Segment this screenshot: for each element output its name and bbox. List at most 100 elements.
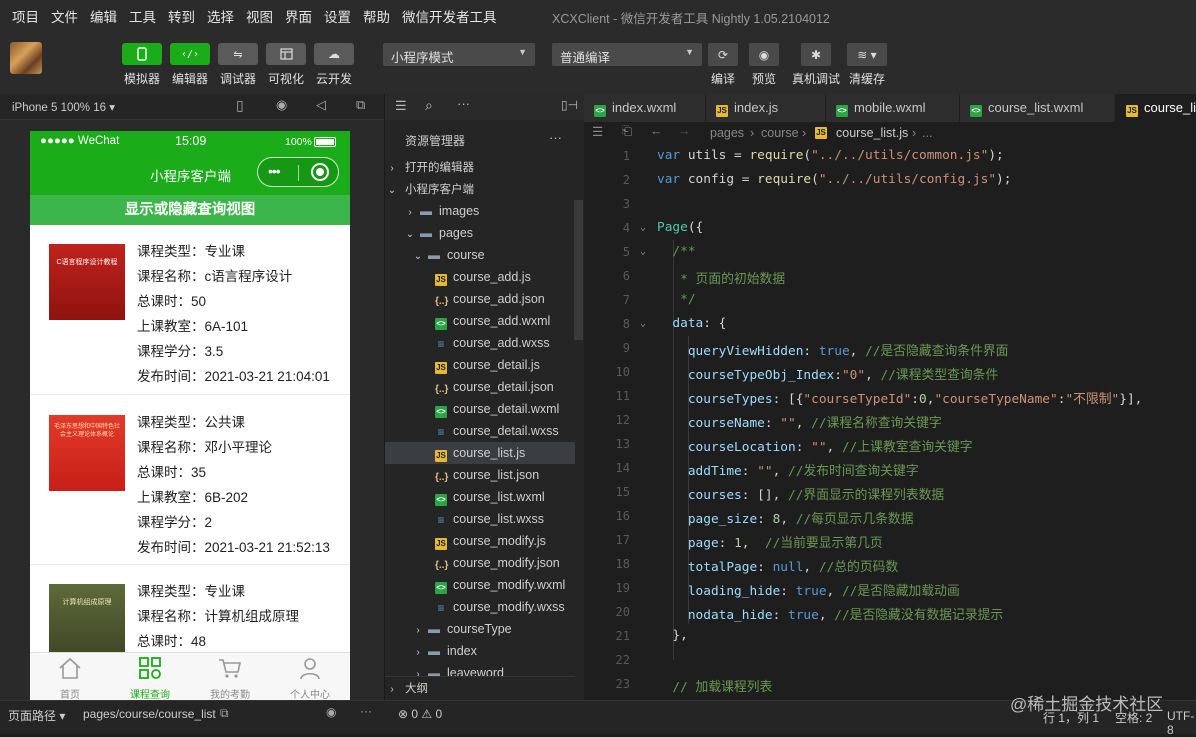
tree-file[interactable]: JS course_detail.js — [385, 354, 575, 376]
forward-arrow-icon[interactable]: → — [678, 124, 691, 138]
page-path-select-label: 页面路径 — [8, 709, 57, 723]
tree-folder[interactable]: › ▬ index — [385, 640, 575, 662]
toggle-query-view-button[interactable]: 显示或隐藏查询视图 — [30, 195, 350, 225]
fold-chevron-icon[interactable]: ⌄ — [640, 246, 646, 257]
simulator-toggle-button[interactable] — [122, 43, 162, 65]
compile-select[interactable]: 普通编译 ▼ — [552, 43, 702, 66]
tab-home[interactable]: 首页 — [30, 653, 110, 700]
tree-file[interactable]: ≡ course_detail.wxss — [385, 420, 575, 442]
remote-debug-button[interactable]: ✱ — [801, 43, 831, 66]
tree-file[interactable]: <> course_modify.wxml — [385, 574, 575, 596]
breadcrumb-more[interactable]: ... — [922, 126, 932, 140]
section-open-editors[interactable]: › 打开的编辑器 — [385, 156, 575, 178]
menu-ui[interactable]: 界面 — [279, 6, 318, 26]
explorer-more-icon[interactable]: ··· — [549, 130, 562, 145]
section-outline[interactable]: › 大纲 — [385, 676, 575, 698]
tree-file[interactable]: <> course_add.wxml — [385, 310, 575, 332]
breadcrumb-course[interactable]: course — [761, 126, 799, 140]
tab-index-js[interactable]: JS index.js — [706, 94, 826, 122]
code-editor[interactable]: 1 2 3 4 5 6 7 8 9 10 11 12 13 14 15 16 17 18 19 20 21 22 23 ⌄ … — [584, 144, 1196, 700]
more-icon[interactable]: ··· — [360, 704, 372, 718]
close-target-icon[interactable] — [311, 163, 329, 181]
record-icon[interactable]: ◉ — [276, 97, 287, 113]
eye-icon[interactable]: ◉ — [326, 705, 336, 719]
tree-file[interactable]: ≡ course_add.wxss — [385, 332, 575, 354]
menu-view[interactable]: 视图 — [240, 6, 279, 26]
cloud-dev-button[interactable]: ☁ — [314, 43, 354, 65]
phone-rotate-icon[interactable]: ▯ — [236, 97, 244, 114]
menu-goto[interactable]: 转到 — [162, 6, 201, 26]
tree-file[interactable]: {..} course_detail.json — [385, 376, 575, 398]
clear-cache-button[interactable]: ≋ ▾ — [847, 43, 887, 66]
menu-project[interactable]: 项目 — [6, 6, 45, 26]
tree-folder[interactable]: › ▬ images — [385, 200, 575, 222]
menu-tools[interactable]: 工具 — [123, 6, 162, 26]
tree-file[interactable]: {..} course_add.json — [385, 288, 575, 310]
problems-indicator[interactable]: ⊗ 0 ⚠ 0 — [398, 707, 442, 721]
tree-file[interactable]: {..} course_modify.json — [385, 552, 575, 574]
phone-status-bar: ●●●●● WeChat 15:09 100% — [30, 131, 350, 153]
tree-folder[interactable]: ⌄ ▬ pages — [385, 222, 575, 244]
menu-file[interactable]: 文件 — [45, 6, 84, 26]
encoding[interactable]: UTF-8 — [1167, 709, 1196, 737]
menu-edit[interactable]: 编辑 — [84, 6, 123, 26]
tree-file[interactable]: <> course_list.wxml — [385, 486, 575, 508]
fold-chevron-icon[interactable]: ⌄ — [640, 222, 646, 233]
breadcrumb-file[interactable]: course_list.js — [836, 126, 908, 140]
tree-item-label: course_modify.wxss — [453, 600, 565, 614]
tree-item-label: course_add.wxml — [453, 314, 551, 328]
search-icon[interactable]: ⌕ — [425, 97, 433, 114]
tree-file[interactable]: <> course_detail.wxml — [385, 398, 575, 420]
debugger-toggle-button[interactable]: ⇋ — [218, 43, 258, 65]
menu-capsule[interactable]: ••• — [257, 157, 339, 187]
tab-index-wxml[interactable]: <> index.wxml — [584, 94, 706, 122]
mode-select[interactable]: 小程序模式 ▼ — [383, 43, 535, 66]
tab-course-list-wxml[interactable]: <> course_list.wxml — [960, 94, 1116, 122]
tab-mobile-wxml[interactable]: <> mobile.wxml — [826, 94, 960, 122]
chevron-right-icon: › — [390, 163, 394, 174]
tree-folder[interactable]: ⌄ ▬ course — [385, 244, 575, 266]
more-dots-icon[interactable]: ••• — [268, 163, 281, 179]
menu-select[interactable]: 选择 — [201, 6, 240, 26]
tree-file[interactable]: JS course_list.js — [385, 442, 575, 464]
tab-profile[interactable]: 个人中心 — [270, 653, 350, 700]
course-card[interactable]: 毛泽东思想和中国特色社会主义理论体系概论 课程类型：公共课 课程名称：邓小平理论… — [30, 395, 350, 565]
tree-file[interactable]: ≡ course_modify.wxss — [385, 596, 575, 618]
menu-wechat-devtools[interactable]: 微信开发者工具 — [396, 6, 503, 26]
popout-icon[interactable]: ⧉ — [356, 97, 365, 113]
tree-file[interactable]: JS course_add.js — [385, 266, 575, 288]
volume-icon[interactable]: ◁ — [316, 97, 326, 113]
preview-button[interactable]: ◉ — [749, 43, 779, 66]
menu-help[interactable]: 帮助 — [357, 6, 396, 26]
tab-course-list-js[interactable]: JS course_li — [1116, 94, 1196, 122]
fold-chevron-icon[interactable]: ⌄ — [640, 318, 646, 329]
collapse-panel-icon[interactable]: ▯⊣ — [561, 98, 578, 112]
tree-file[interactable]: {..} course_list.json — [385, 464, 575, 486]
visual-toggle-button[interactable] — [266, 43, 306, 65]
course-credit: 课程学分：2 — [137, 515, 213, 530]
avatar[interactable] — [10, 42, 42, 74]
tree-file[interactable]: ≡ course_list.wxss — [385, 508, 575, 530]
list-icon[interactable]: ☰ — [592, 124, 603, 139]
tab-attendance[interactable]: 我的考勤 — [190, 653, 270, 700]
line-number: 16 — [615, 509, 630, 523]
course-card[interactable]: C语言程序设计教程 课程类型：专业课 课程名称：c语言程序设计 总课时：50 上… — [30, 225, 350, 395]
more-icon[interactable]: ··· — [457, 96, 470, 111]
tree-file[interactable]: JS course_modify.js — [385, 530, 575, 552]
section-project[interactable]: ⌄ 小程序客户端 — [385, 178, 575, 200]
warning-count: 0 — [435, 707, 443, 721]
tree-scrollbar[interactable] — [574, 200, 583, 340]
breadcrumb-pages[interactable]: pages — [710, 126, 744, 140]
copy-icon[interactable]: ⧉ — [220, 706, 229, 721]
compile-button[interactable]: ⟳ — [708, 43, 738, 66]
tree-folder[interactable]: › ▬ courseType — [385, 618, 575, 640]
editor-toggle-button[interactable]: ‹/› — [170, 43, 210, 65]
tab-course-query[interactable]: 课程查询 — [110, 653, 190, 700]
list-icon[interactable]: ☰ — [395, 98, 407, 114]
menu-settings[interactable]: 设置 — [318, 6, 357, 26]
page-path-select[interactable]: 页面路径 ▾ — [8, 707, 65, 724]
line-number: 4 — [622, 221, 630, 235]
bookmark-icon[interactable]: ⎗ — [622, 124, 632, 139]
device-select[interactable]: iPhone 5 100% 16 ▾ — [12, 100, 115, 114]
back-arrow-icon[interactable]: ← — [650, 124, 663, 138]
